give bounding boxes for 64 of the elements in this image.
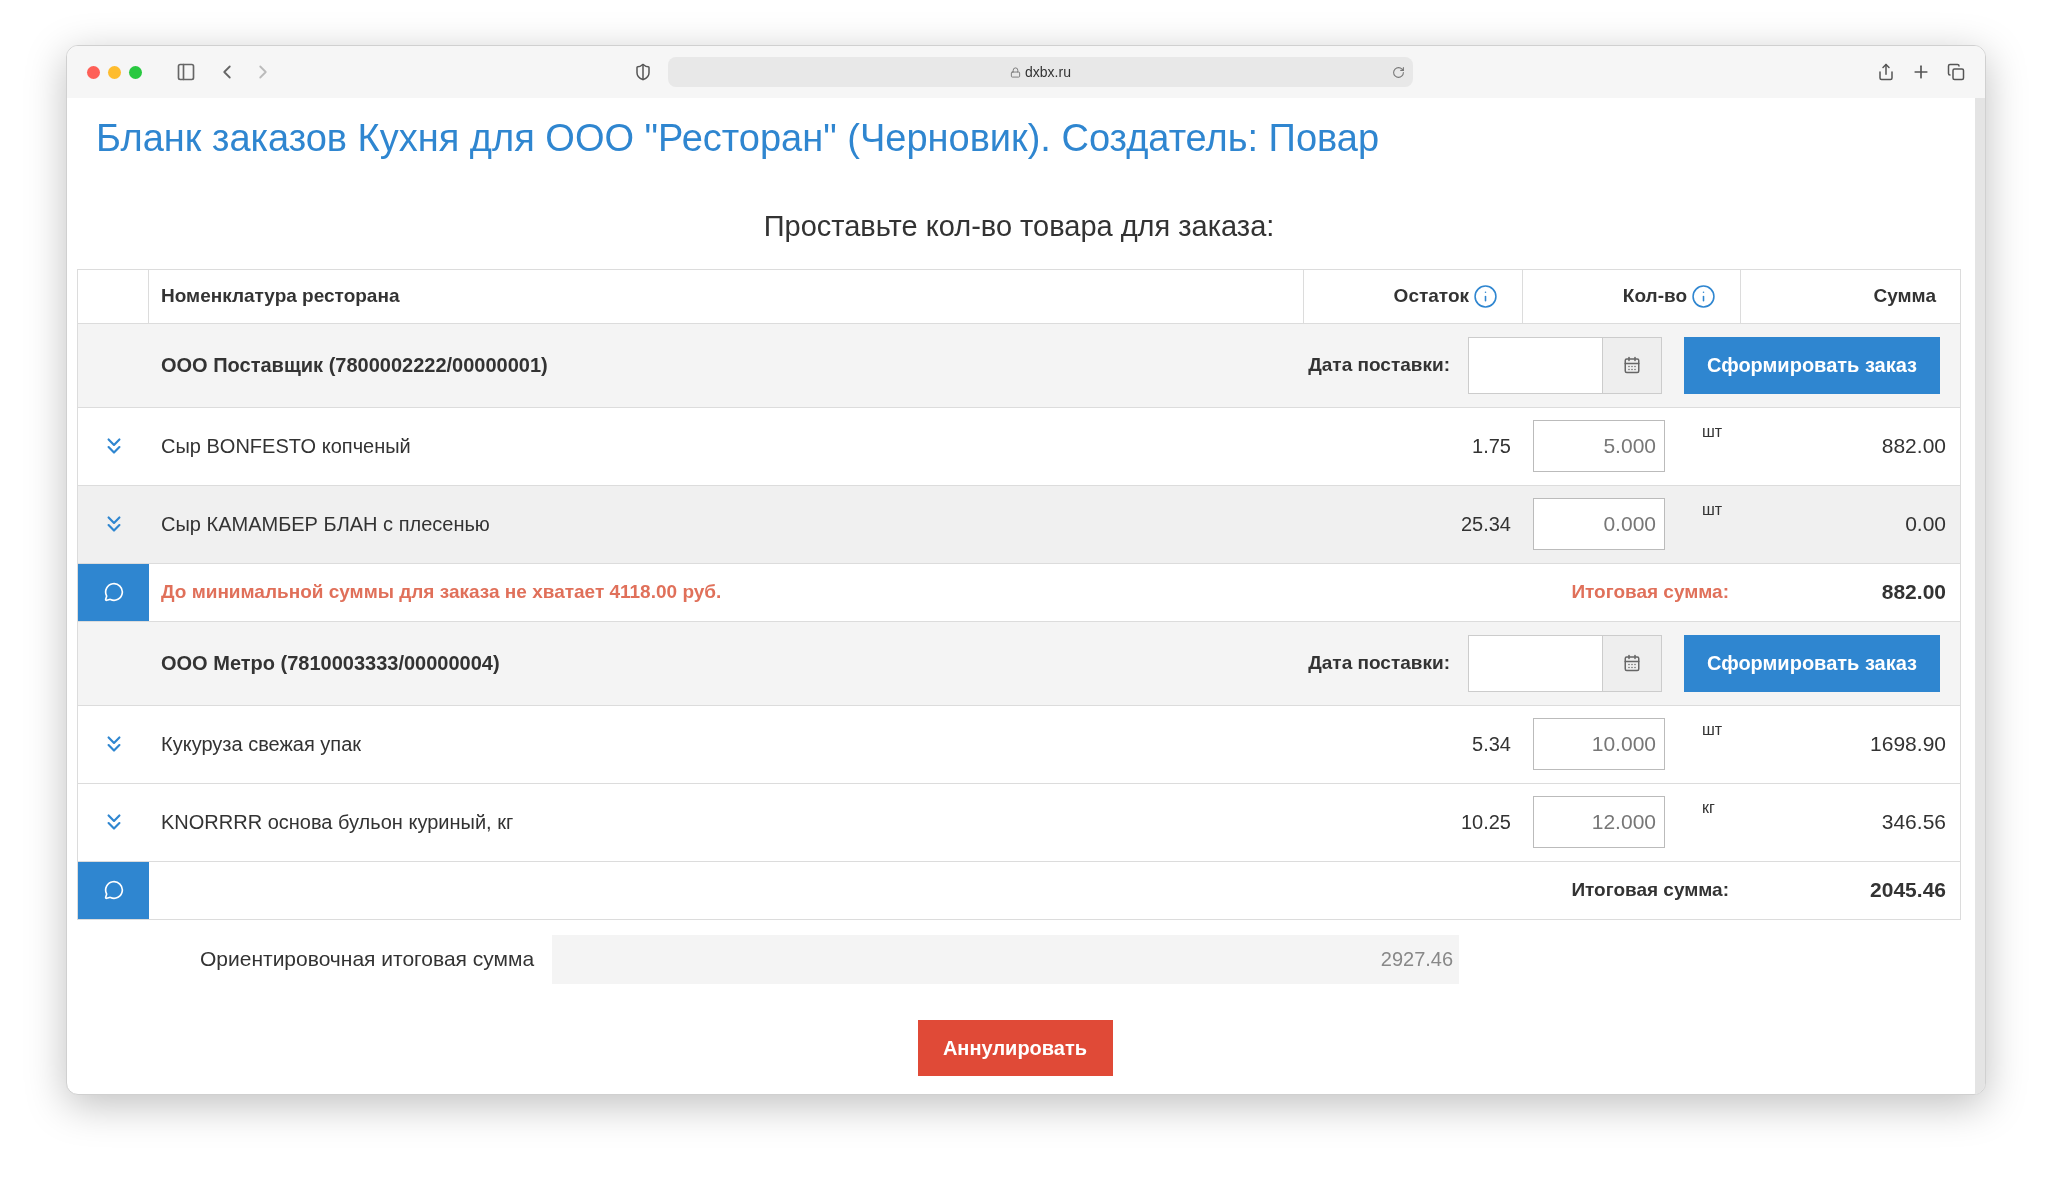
unit-label: шт [1702,499,1723,520]
stock-value: 5.34 [1472,732,1511,757]
calendar-button[interactable] [1602,337,1661,393]
estimate-label: Ориентировочная итоговая сумма [200,946,535,973]
supplier-name: ООО Поставщик (7800002222/00000001) [161,353,548,378]
sum-value: 882.00 [1881,433,1946,460]
sum-value: 346.56 [1881,809,1946,836]
unit-label: шт [1702,421,1723,442]
lock-icon [1010,66,1022,78]
date-field[interactable] [1468,634,1662,692]
calendar-button[interactable] [1602,635,1661,691]
quantity-input[interactable]: 0.000 [1533,497,1665,550]
section-heading: Проставьте кол-во товара для заказа: [762,209,1276,244]
column-header: Кол-во [1622,281,1716,311]
supplier-name: ООО Метро (7810003333/00000004) [161,651,500,676]
date-input[interactable] [1469,337,1602,393]
item-name: Сыр BONFESTO копченый [161,434,412,459]
calendar-icon [1623,356,1641,374]
total-value: 882.00 [1881,579,1946,606]
comment-button[interactable] [78,861,149,919]
total-value: 2045.46 [1870,877,1946,904]
item-name: KNORRRR основа бульон куриный, кг [161,810,515,835]
create-order-button[interactable]: Сформировать заказ [1684,634,1940,692]
item-name: Сыр КАМАМБЕР БЛАН с плесенью [161,512,491,537]
quantity-input[interactable]: 12.000 [1533,795,1665,848]
total-label: Итоговая сумма: [1571,579,1729,604]
stock-value: 1.75 [1472,434,1511,459]
calendar-icon [1623,654,1641,672]
shield-icon[interactable] [634,63,652,81]
quantity-input[interactable]: 5.000 [1533,419,1665,472]
delivery-date-label: Дата поставки: [1308,650,1450,675]
reload-icon[interactable] [1392,65,1405,79]
create-order-button[interactable]: Сформировать заказ [1684,336,1940,394]
minimum-sum-warning: До минимальной суммы для заказа не хватает 4118.00 руб. [161,579,722,604]
tabs-overview-icon[interactable] [1947,63,1965,81]
maximize-window-icon[interactable] [129,65,142,79]
unit-label: кг [1702,797,1715,818]
column-header: Сумма [1873,283,1936,308]
page-title: Бланк заказов Кухня для ООО "Ресторан" (Черновик). Создатель: Повар [96,116,1381,161]
delivery-date-label: Дата поставки: [1308,352,1450,377]
stock-value: 10.25 [1460,810,1511,835]
item-name: Кукуруза свежая упак [161,732,363,757]
sum-value: 1698.90 [1870,731,1946,758]
total-label: Итоговая сумма: [1571,877,1729,902]
column-header: Номенклатура ресторана [161,283,400,308]
estimate-value: 2927.46 [1380,947,1454,972]
info-icon[interactable] [1691,283,1716,309]
column-header: Остаток [1393,281,1498,311]
comment-button[interactable] [78,563,149,621]
close-window-icon[interactable] [87,65,100,79]
url-text: dxbx.ru [1025,62,1071,82]
cancel-button[interactable]: Аннулировать [917,1019,1113,1076]
stock-value: 25.34 [1460,512,1511,537]
info-icon[interactable] [1473,283,1498,309]
sidebar-icon[interactable] [176,62,196,82]
share-icon[interactable] [1877,63,1895,81]
quantity-input[interactable]: 10.000 [1533,717,1665,770]
date-input[interactable] [1469,635,1602,691]
date-field[interactable] [1468,336,1662,394]
sum-value: 0.00 [1905,511,1946,538]
unit-label: шт [1702,719,1723,740]
address-bar[interactable]: dxbx.ru [668,57,1413,87]
comment-icon [103,880,124,900]
comment-icon [103,582,124,602]
